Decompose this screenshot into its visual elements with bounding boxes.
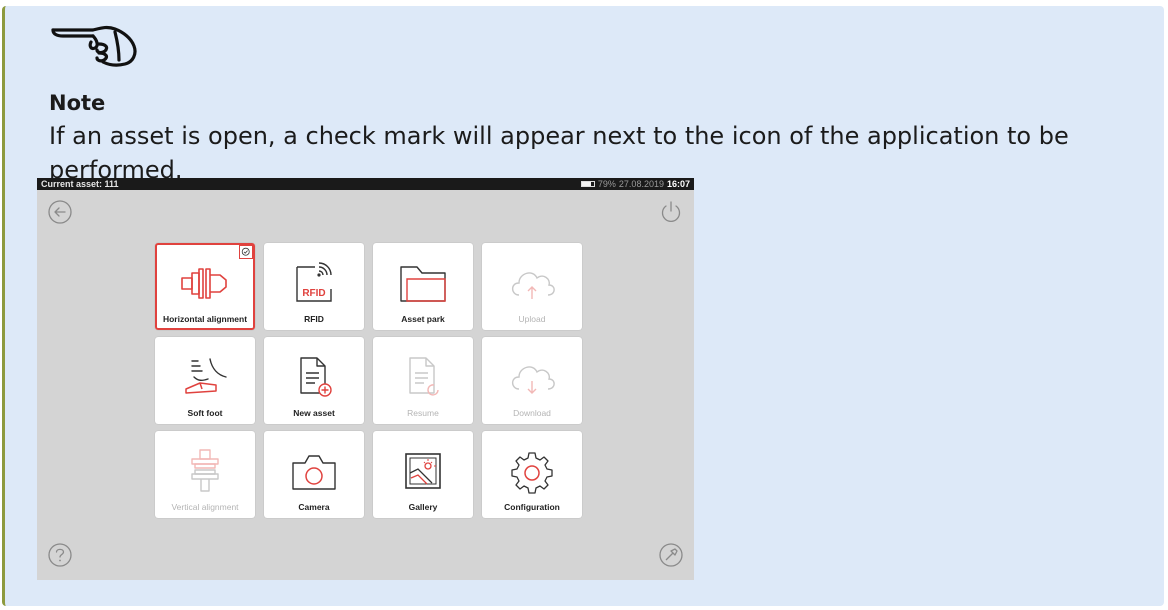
tile-gallery[interactable]: Gallery (373, 431, 473, 518)
check-mark-badge (239, 245, 253, 259)
svg-text:RFID: RFID (302, 288, 325, 299)
status-date: 27.08.2019 (618, 179, 664, 189)
tile-soft-foot[interactable]: Soft foot (155, 337, 255, 424)
battery-icon (580, 181, 595, 187)
flashlight-icon[interactable] (658, 542, 684, 568)
tile-label: Download (513, 408, 551, 418)
new-document-icon (300, 357, 332, 397)
soft-foot-icon (185, 358, 227, 394)
note-title: Note (49, 91, 106, 115)
battery-percent: 79% (597, 179, 616, 189)
tile-label: Vertical alignment (171, 502, 239, 512)
tile-label: Configuration (504, 502, 560, 512)
tile-label: RFID (304, 314, 324, 324)
gear-icon (511, 452, 553, 494)
tile-label: Gallery (408, 502, 438, 512)
help-icon[interactable] (47, 542, 73, 568)
device-screenshot: Current asset: 111 79% 27.08.201916:07 (37, 178, 694, 580)
tile-label: Asset park (401, 314, 445, 324)
cloud-download-icon (511, 366, 555, 394)
tile-label: Horizontal alignment (162, 314, 248, 324)
horizontal-alignment-icon (181, 268, 227, 299)
tile-label: Soft foot (187, 408, 223, 418)
note-text: If an asset is open, a check mark will a… (49, 122, 1069, 184)
tile-label: Upload (518, 314, 546, 324)
tile-label: New asset (293, 408, 335, 418)
tile-camera[interactable]: Camera (264, 431, 364, 518)
status-right: 79% 27.08.2019 16:07 (580, 178, 690, 190)
gallery-icon (405, 453, 441, 489)
resume-document-icon (409, 357, 439, 396)
tile-configuration[interactable]: Configuration (482, 431, 582, 518)
vertical-alignment-icon (191, 449, 219, 492)
camera-icon (292, 455, 336, 490)
tile-new-asset[interactable]: New asset (264, 337, 364, 424)
tile-label: Camera (298, 502, 330, 512)
cloud-upload-icon (511, 272, 555, 299)
rfid-icon: RFID (296, 262, 332, 302)
tile-asset-park[interactable]: Asset park (373, 243, 473, 330)
tile-upload[interactable]: Upload (482, 243, 582, 330)
tile-resume[interactable]: Resume (373, 337, 473, 424)
battery-fill (581, 182, 592, 186)
tile-vertical-alignment[interactable]: Vertical alignment (155, 431, 255, 518)
tile-label: Resume (407, 408, 439, 418)
tile-horizontal-alignment[interactable]: Horizontal alignment (155, 243, 255, 330)
current-asset-label: Current asset: 111 (41, 179, 119, 189)
pointing-hand-icon (51, 25, 137, 67)
folder-icon (400, 266, 446, 302)
power-icon[interactable] (658, 199, 684, 225)
tile-rfid[interactable]: RFID RFID (264, 243, 364, 330)
check-mark-icon (241, 247, 250, 256)
back-arrow-icon[interactable] (47, 199, 73, 225)
note-box: Note If an asset is open, a check mark w… (2, 6, 1164, 606)
tile-download[interactable]: Download (482, 337, 582, 424)
status-bar: Current asset: 111 79% 27.08.2019 16:07 (37, 178, 694, 190)
status-time: 16:07 (666, 179, 690, 189)
